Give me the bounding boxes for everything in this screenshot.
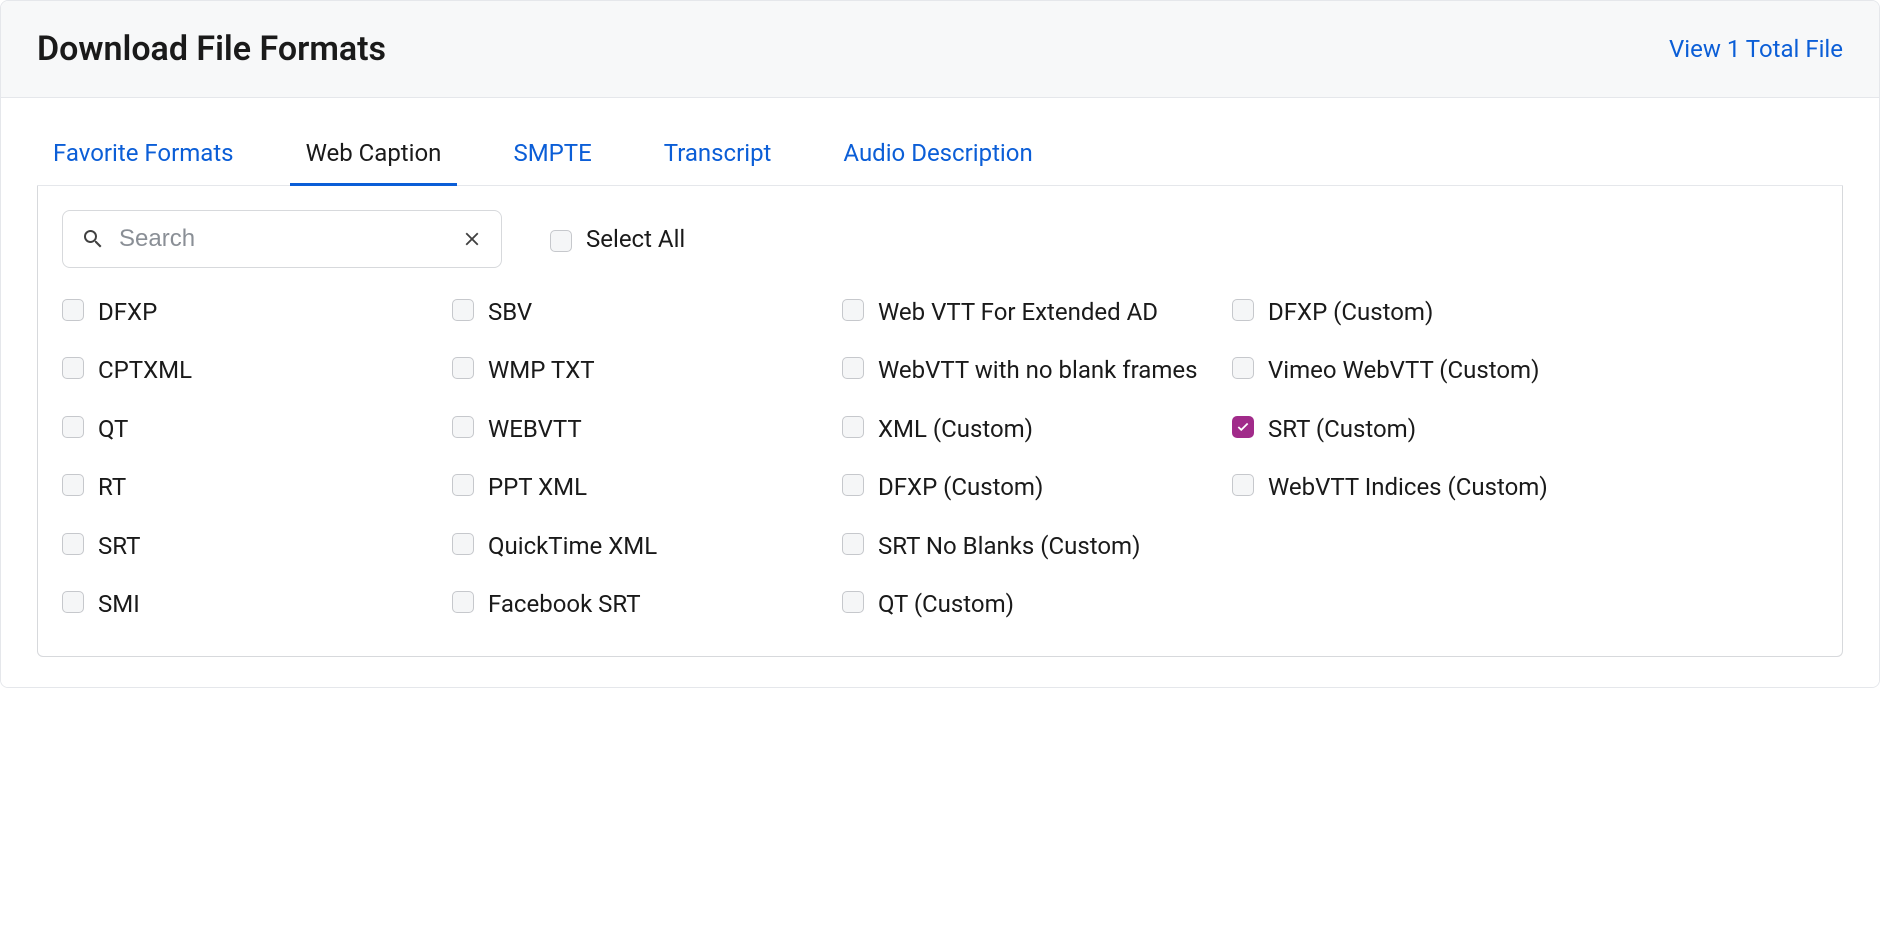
format-label: Vimeo WebVTT (Custom) (1268, 354, 1539, 386)
format-item[interactable]: WMP TXT (452, 354, 822, 386)
format-checkbox[interactable] (452, 416, 474, 438)
format-label: Facebook SRT (488, 588, 641, 620)
format-item[interactable]: SRT (Custom) (1232, 413, 1548, 445)
format-label: WEBVTT (488, 413, 582, 445)
format-checkbox[interactable] (1232, 474, 1254, 496)
format-checkbox[interactable] (452, 591, 474, 613)
format-item[interactable]: SBV (452, 296, 822, 328)
format-checkbox[interactable] (842, 357, 864, 379)
format-item[interactable]: QT (Custom) (842, 588, 1212, 620)
format-label: QT (98, 413, 128, 445)
format-item[interactable]: RT (62, 471, 432, 503)
panel-header: Download File Formats View 1 Total File (1, 1, 1879, 98)
format-item[interactable]: QT (62, 413, 432, 445)
format-label: QuickTime XML (488, 530, 657, 562)
tabs: Favorite Formats Web Caption SMPTE Trans… (37, 128, 1843, 186)
format-label: RT (98, 471, 126, 503)
format-item[interactable]: SRT No Blanks (Custom) (842, 530, 1212, 562)
format-checkbox[interactable] (842, 299, 864, 321)
format-label: Web VTT For Extended AD (878, 296, 1158, 328)
format-label: CPTXML (98, 354, 192, 386)
format-checkbox[interactable] (452, 357, 474, 379)
format-checkbox[interactable] (62, 533, 84, 555)
top-row: Select All (62, 210, 1818, 268)
format-item[interactable]: Facebook SRT (452, 588, 822, 620)
formats-content: Select All DFXP CPTXML QT (37, 186, 1843, 657)
format-item[interactable]: WebVTT with no blank frames (842, 354, 1212, 386)
format-label: WMP TXT (488, 354, 595, 386)
format-item[interactable]: SMI (62, 588, 432, 620)
view-total-file-link[interactable]: View 1 Total File (1669, 35, 1843, 63)
format-checkbox[interactable] (842, 533, 864, 555)
formats-grid: DFXP CPTXML QT RT (62, 296, 1818, 620)
formats-column-2: SBV WMP TXT WEBVTT PPT XML (452, 296, 822, 620)
format-item[interactable]: CPTXML (62, 354, 432, 386)
format-checkbox[interactable] (62, 299, 84, 321)
format-checkbox[interactable] (62, 416, 84, 438)
format-checkbox[interactable] (62, 357, 84, 379)
tab-web-caption[interactable]: Web Caption (290, 129, 458, 186)
format-label: PPT XML (488, 471, 587, 503)
format-item[interactable]: SRT (62, 530, 432, 562)
format-checkbox[interactable] (452, 474, 474, 496)
format-item[interactable]: DFXP (Custom) (1232, 296, 1548, 328)
format-checkbox[interactable] (1232, 299, 1254, 321)
format-item[interactable]: PPT XML (452, 471, 822, 503)
format-label: QT (Custom) (878, 588, 1014, 620)
format-label: DFXP (98, 296, 157, 328)
format-item[interactable]: QuickTime XML (452, 530, 822, 562)
format-item[interactable]: XML (Custom) (842, 413, 1212, 445)
format-item[interactable]: WebVTT Indices (Custom) (1232, 471, 1548, 503)
formats-column-4: DFXP (Custom) Vimeo WebVTT (Custom) SRT … (1232, 296, 1548, 620)
tab-smpte[interactable]: SMPTE (497, 129, 607, 186)
formats-column-1: DFXP CPTXML QT RT (62, 296, 432, 620)
format-label: SRT (98, 530, 140, 562)
file-formats-panel: Download File Formats View 1 Total File … (0, 0, 1880, 688)
search-icon (81, 227, 105, 251)
format-checkbox[interactable] (62, 591, 84, 613)
select-all-checkbox[interactable] (550, 230, 572, 252)
format-label: DFXP (Custom) (878, 471, 1043, 503)
panel-title: Download File Formats (37, 29, 386, 69)
format-checkbox[interactable] (62, 474, 84, 496)
format-label: SRT (Custom) (1268, 413, 1416, 445)
tab-favorite-formats[interactable]: Favorite Formats (37, 129, 250, 186)
format-checkbox[interactable] (1232, 357, 1254, 379)
format-label: DFXP (Custom) (1268, 296, 1433, 328)
panel-body: Favorite Formats Web Caption SMPTE Trans… (1, 98, 1879, 687)
format-checkbox[interactable] (842, 416, 864, 438)
format-item[interactable]: Vimeo WebVTT (Custom) (1232, 354, 1548, 386)
format-checkbox[interactable] (452, 299, 474, 321)
tab-transcript[interactable]: Transcript (648, 129, 788, 186)
clear-search-icon[interactable] (461, 228, 483, 250)
select-all[interactable]: Select All (550, 225, 685, 253)
format-label: SMI (98, 588, 140, 620)
search-input[interactable] (105, 225, 461, 253)
format-label: SRT No Blanks (Custom) (878, 530, 1140, 562)
tab-audio-description[interactable]: Audio Description (827, 129, 1048, 186)
format-checkbox[interactable] (842, 474, 864, 496)
format-item[interactable]: DFXP (62, 296, 432, 328)
format-item[interactable]: DFXP (Custom) (842, 471, 1212, 503)
search-field[interactable] (62, 210, 502, 268)
format-label: SBV (488, 296, 532, 328)
format-checkbox[interactable] (452, 533, 474, 555)
format-label: XML (Custom) (878, 413, 1033, 445)
format-label: WebVTT with no blank frames (878, 354, 1197, 386)
format-checkbox[interactable] (842, 591, 864, 613)
format-checkbox[interactable] (1232, 416, 1254, 438)
format-item[interactable]: WEBVTT (452, 413, 822, 445)
formats-column-3: Web VTT For Extended AD WebVTT with no b… (842, 296, 1212, 620)
select-all-label: Select All (586, 225, 685, 253)
format-item[interactable]: Web VTT For Extended AD (842, 296, 1212, 328)
format-label: WebVTT Indices (Custom) (1268, 471, 1548, 503)
check-icon (1236, 420, 1250, 434)
